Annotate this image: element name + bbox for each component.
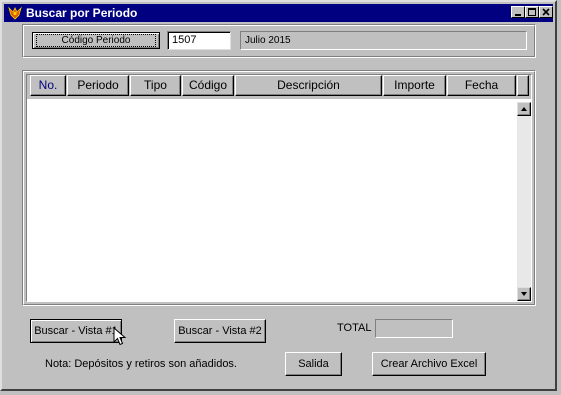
total-label: TOTAL — [337, 322, 372, 334]
table-header: No. Periodo Tipo Código Descripción Impo… — [27, 75, 531, 99]
app-logo-icon — [8, 6, 22, 20]
window-title: Buscar por Periodo — [26, 6, 138, 20]
main-window: Buscar por Periodo Código Periodo 1507 J… — [0, 0, 557, 391]
vertical-scrollbar[interactable] — [517, 102, 531, 301]
column-header-tipo[interactable]: Tipo — [130, 75, 181, 96]
scroll-up-button[interactable] — [517, 102, 531, 116]
minimize-button[interactable] — [511, 6, 525, 18]
column-header-importe[interactable]: Importe — [383, 75, 446, 96]
search-view1-button[interactable]: Buscar - Vista #1 — [30, 319, 122, 343]
minimize-icon — [515, 14, 521, 16]
column-header-periodo[interactable]: Periodo — [67, 75, 129, 96]
search-view2-label: Buscar - Vista #2 — [178, 325, 262, 337]
maximize-button[interactable] — [525, 6, 539, 18]
create-excel-button[interactable]: Crear Archivo Excel — [372, 352, 486, 376]
close-icon — [542, 8, 550, 16]
scroll-down-button[interactable] — [517, 287, 531, 301]
period-description-field: Julio 2015 — [240, 31, 527, 50]
search-view2-button[interactable]: Buscar - Vista #2 — [174, 319, 266, 343]
maximize-icon — [528, 8, 536, 16]
column-header-spacer — [517, 75, 529, 96]
mouse-pointer-icon — [113, 327, 127, 346]
period-group: Código Periodo 1507 Julio 2015 — [22, 24, 536, 58]
close-button[interactable] — [539, 6, 553, 18]
title-bar[interactable]: Buscar por Periodo — [4, 4, 553, 22]
total-field — [375, 319, 453, 338]
period-code-input[interactable]: 1507 — [167, 31, 231, 50]
column-header-fecha[interactable]: Fecha — [447, 75, 516, 96]
arrow-up-icon — [521, 107, 527, 111]
create-excel-label: Crear Archivo Excel — [380, 358, 478, 370]
column-header-codigo[interactable]: Código — [182, 75, 234, 96]
codigo-periodo-button[interactable]: Código Periodo — [32, 32, 160, 49]
results-table[interactable]: No. Periodo Tipo Código Descripción Impo… — [26, 74, 532, 302]
exit-label: Salida — [298, 358, 329, 370]
column-header-descripcion[interactable]: Descripción — [235, 75, 382, 96]
codigo-periodo-label: Código Periodo — [36, 34, 156, 47]
column-header-no[interactable]: No. — [30, 75, 66, 96]
results-group: No. Periodo Tipo Código Descripción Impo… — [22, 70, 536, 306]
search-view1-label: Buscar - Vista #1 — [34, 325, 118, 337]
exit-button[interactable]: Salida — [285, 352, 342, 376]
note-text: Nota: Depósitos y retiros son añadidos. — [45, 358, 237, 370]
arrow-down-icon — [521, 292, 527, 296]
